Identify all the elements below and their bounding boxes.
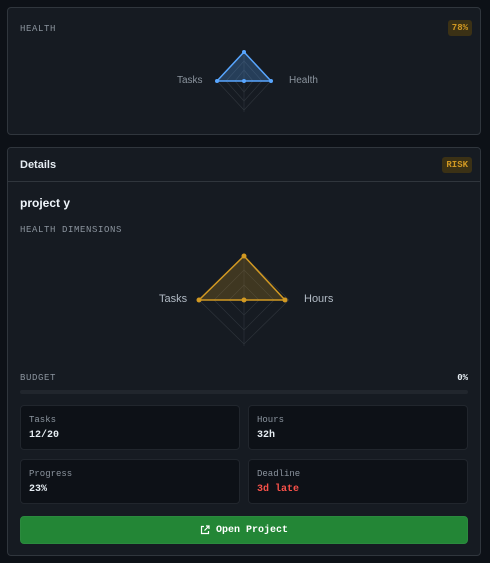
stat-tile-progress: Progress 23% bbox=[20, 459, 240, 504]
stat-tile-tasks: Tasks 12/20 bbox=[20, 405, 240, 450]
dimensions-radar-label-hours: Hours bbox=[304, 293, 334, 305]
budget-value: 0% bbox=[457, 373, 468, 383]
health-radar-label-tasks: Tasks bbox=[177, 75, 203, 86]
health-radar-chart bbox=[215, 50, 273, 112]
health-radar-point bbox=[242, 50, 246, 54]
dimensions-radar-point bbox=[196, 297, 202, 303]
dimensions-radar-area bbox=[197, 254, 287, 301]
health-card: HEALTH 78% Tasks Health bbox=[7, 7, 481, 135]
budget-progress-bar bbox=[20, 390, 468, 394]
dimensions-radar-point bbox=[241, 253, 247, 259]
stat-tile-hours: Hours 32h bbox=[248, 405, 468, 450]
dimensions-radar-chart bbox=[196, 253, 290, 346]
stat-label: Deadline bbox=[257, 469, 301, 479]
health-radar-area bbox=[215, 50, 273, 82]
stat-value-late: 3d late bbox=[257, 484, 300, 495]
stat-value: 23% bbox=[29, 484, 48, 495]
health-radar-point bbox=[269, 79, 273, 83]
health-radar-point bbox=[242, 79, 246, 83]
stat-label: Tasks bbox=[29, 415, 57, 425]
stat-value: 12/20 bbox=[29, 430, 60, 441]
dimensions-radar-point bbox=[282, 297, 288, 303]
stat-label: Hours bbox=[257, 415, 285, 425]
budget-label: BUDGET bbox=[20, 373, 57, 383]
details-card: Details RISK project y HEALTH DIMENSIONS… bbox=[7, 147, 481, 556]
open-project-button[interactable]: Open Project bbox=[20, 516, 468, 544]
stat-tile-deadline: Deadline 3d late bbox=[248, 459, 468, 504]
health-radar-point bbox=[215, 79, 219, 83]
stat-label: Progress bbox=[29, 469, 73, 479]
open-project-label: Open Project bbox=[215, 524, 288, 536]
dimensions-radar-label-tasks: Tasks bbox=[159, 293, 188, 305]
health-radar-label-health: Health bbox=[289, 75, 318, 86]
dimensions-radar-point bbox=[241, 297, 247, 303]
external-link-icon bbox=[200, 525, 210, 535]
stat-value: 32h bbox=[257, 430, 276, 441]
